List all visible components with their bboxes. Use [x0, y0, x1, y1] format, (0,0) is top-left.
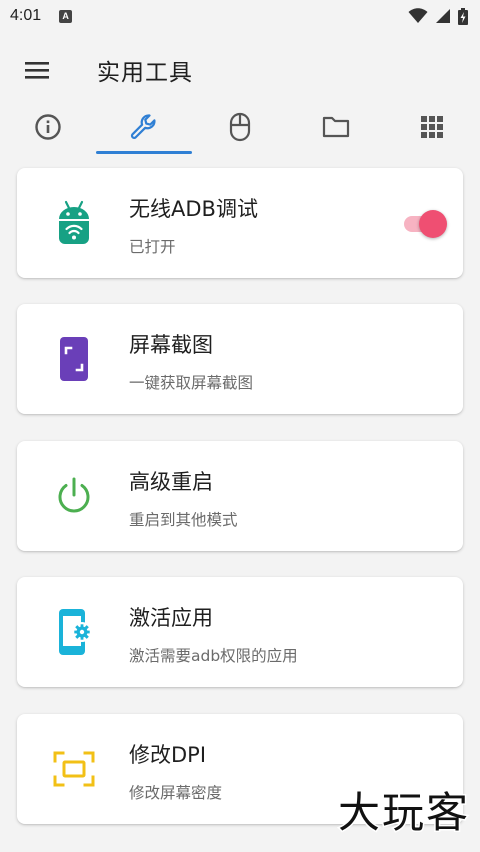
- card-title: 屏幕截图: [129, 333, 213, 357]
- app-bar: 实用工具: [0, 40, 480, 100]
- page-title: 实用工具: [97, 60, 193, 86]
- wrench-icon: [130, 114, 156, 139]
- status-bar: 4:01 A: [0, 0, 480, 32]
- wireless-adb-toggle[interactable]: [402, 210, 448, 238]
- screenshot-icon: [51, 336, 97, 382]
- card-advanced-reboot[interactable]: 高级重启 重启到其他模式: [17, 441, 463, 551]
- tab-bar: [0, 100, 480, 154]
- status-indicators: [408, 7, 468, 25]
- watermark: 大玩客: [336, 787, 470, 839]
- phone-gear-icon: [51, 609, 97, 655]
- card-wireless-adb[interactable]: 无线ADB调试 已打开: [17, 168, 463, 278]
- card-subtitle: 一键获取屏幕截图: [129, 374, 254, 392]
- card-subtitle: 激活需要adb权限的应用: [129, 647, 298, 665]
- card-screenshot[interactable]: 屏幕截图 一键获取屏幕截图: [17, 304, 463, 414]
- status-time: 4:01: [10, 7, 42, 24]
- tab-apps[interactable]: [384, 100, 480, 154]
- notification-a-icon: A: [59, 9, 73, 23]
- info-icon: [35, 114, 61, 140]
- dpi-frame-icon: [51, 746, 97, 792]
- card-activate-app[interactable]: 激活应用 激活需要adb权限的应用: [17, 577, 463, 687]
- menu-button[interactable]: [20, 56, 54, 86]
- mouse-icon: [229, 112, 251, 142]
- card-title: 激活应用: [129, 606, 213, 630]
- grid-icon: [421, 116, 443, 138]
- card-subtitle: 修改屏幕密度: [129, 784, 223, 802]
- tab-info[interactable]: [0, 100, 96, 154]
- toggle-thumb: [419, 210, 447, 238]
- android-wifi-icon: [51, 200, 97, 246]
- tab-tools[interactable]: [96, 100, 192, 154]
- battery-icon: [458, 7, 468, 25]
- card-subtitle: 已打开: [129, 238, 176, 256]
- tab-mouse[interactable]: [192, 100, 288, 154]
- card-title: 修改DPI: [129, 743, 207, 767]
- folder-icon: [322, 116, 350, 138]
- power-icon: [51, 473, 97, 519]
- tab-indicator: [96, 151, 192, 154]
- card-subtitle: 重启到其他模式: [129, 511, 238, 529]
- card-title: 无线ADB调试: [129, 197, 258, 221]
- tab-files[interactable]: [288, 100, 384, 154]
- signal-icon: [436, 9, 450, 23]
- hamburger-icon: [25, 62, 49, 79]
- wifi-icon: [408, 8, 428, 23]
- card-title: 高级重启: [129, 470, 213, 494]
